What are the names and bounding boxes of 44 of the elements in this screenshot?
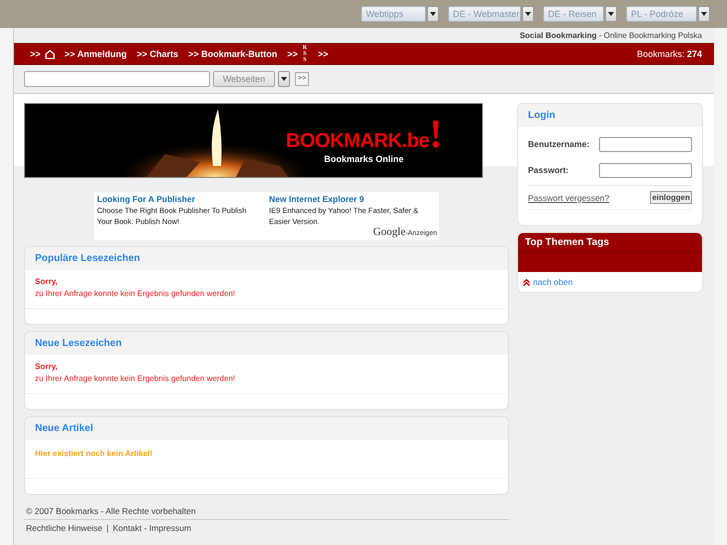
dropdown-button[interactable]	[698, 6, 710, 22]
panel-title: Populäre Lesezeichen	[35, 253, 140, 264]
error-message: zu Ihrer Anfrage konnte kein Ergebnis gefunden werden!	[35, 288, 236, 300]
field-label: Benutzername:	[528, 139, 590, 149]
field-label: Passwort:	[528, 165, 569, 175]
footer-link[interactable]: Rechtliche Hinweise	[26, 523, 103, 533]
dropdown-button[interactable]	[278, 71, 290, 87]
ad-link[interactable]: Looking For A Publisher	[97, 194, 263, 205]
dropdown-arrow-icon	[525, 12, 531, 16]
dropdown-button[interactable]	[427, 6, 439, 22]
home-icon	[44, 50, 55, 58]
bookmark-count: Bookmarks: 274	[636, 49, 702, 59]
forgot-password-link[interactable]: Passwort vergessen?	[528, 192, 610, 202]
panel-title: Neue Lesezeichen	[35, 338, 122, 349]
nav-link[interactable]: >> Bookmark-Button	[188, 49, 278, 59]
nav-link[interactable]: >> Charts	[136, 49, 178, 59]
home-link[interactable]: >>	[30, 49, 55, 59]
banner-subtitle: Bookmarks Online	[324, 154, 404, 164]
username-field[interactable]	[599, 136, 692, 152]
dropdown-arrow-icon	[281, 77, 287, 81]
dropdown-button[interactable]	[522, 6, 534, 22]
panel-title: Login	[528, 110, 556, 121]
password-field[interactable]	[599, 162, 692, 178]
dropdown-arrow-icon	[430, 12, 436, 16]
ad-link[interactable]: New Internet Explorer 9	[269, 194, 436, 205]
error-message: zu Ihrer Anfrage konnte kein Ergebnis gefunden werden!	[35, 373, 236, 385]
nav-link[interactable]: >>	[318, 49, 328, 59]
separator: |	[106, 523, 109, 533]
copyright: © 2007 Bookmarks - Alle Rechte vorbehalten	[24, 504, 509, 520]
tagline: Social Bookmarking - Online Bookmarking Polska	[518, 30, 703, 42]
error-heading: Sorry,	[35, 276, 59, 288]
double-chevron-up-icon	[523, 278, 530, 286]
nav-link[interactable]: >> Anmeldung	[64, 49, 127, 59]
back-to-top-link[interactable]: nach oben	[518, 272, 702, 292]
notice-message: Hier existiert noch kein Artikel!	[35, 448, 154, 460]
dropdown-arrow-icon	[701, 12, 707, 16]
error-heading: Sorry,	[35, 361, 59, 373]
dropdown-arrow-icon	[608, 12, 614, 16]
footer-link[interactable]: Kontakt - Impressum	[112, 523, 192, 533]
panel-title: Top Themen Tags	[525, 236, 610, 248]
login-button[interactable]: einloggen	[650, 191, 692, 204]
dropdown-button[interactable]	[605, 6, 617, 22]
panel-title: Neue Artikel	[35, 423, 93, 434]
search-field[interactable]	[24, 71, 210, 87]
